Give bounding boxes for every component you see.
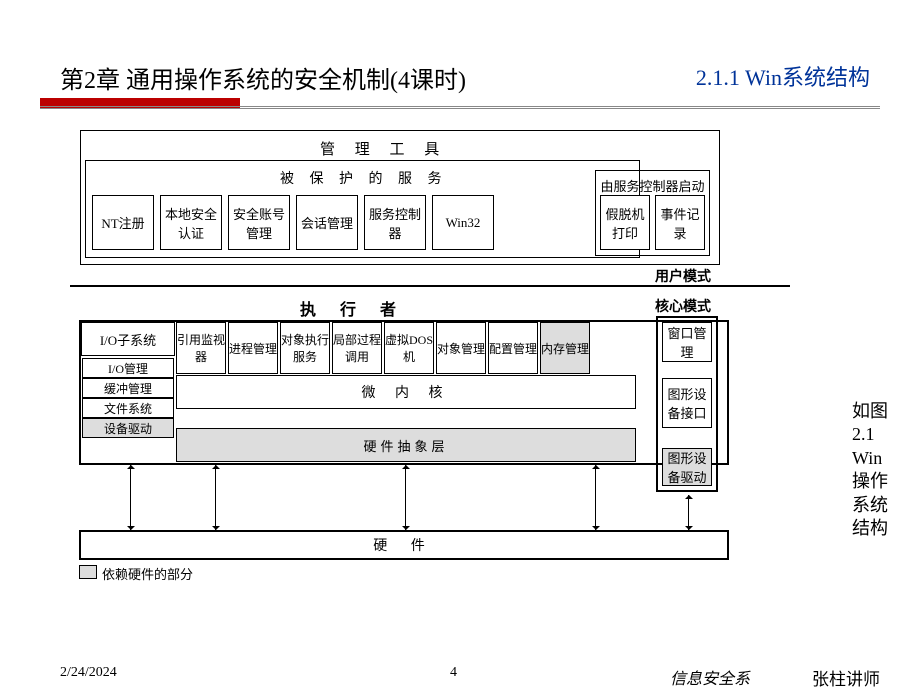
print-spooler-box: 假脱机打印 (600, 195, 650, 250)
object-exec-service-box: 对象执行服务 (280, 322, 330, 374)
arrow-icon (595, 465, 596, 530)
lpc-box: 局部过程调用 (332, 322, 382, 374)
window-management-box: 窗口管理 (662, 322, 712, 362)
config-management-box: 配置管理 (488, 322, 538, 374)
session-mgr-box: 会话管理 (296, 195, 358, 250)
divider (40, 108, 880, 109)
io-subsystem-box: I/O子系统 (81, 322, 175, 356)
io-management-box: I/O管理 (82, 358, 174, 378)
footer-date: 2/24/2024 (60, 665, 117, 681)
gfx-device-interface-box: 图形设备接口 (662, 378, 712, 428)
user-mode-label: 用户模式 (655, 266, 711, 286)
service-controller-group-label: 由服务控制器启动 (600, 176, 705, 195)
executor-label: 执 行 者 (300, 296, 406, 320)
security-account-mgr-box: 安全账号管理 (228, 195, 290, 250)
hal-box: 硬件抽象层 (176, 428, 636, 462)
nt-registry-box: NT注册 (92, 195, 154, 250)
chapter-title: 第2章 通用操作系统的安全机制(4课时) (60, 68, 466, 94)
protected-services-label: 被 保 护 的 服 务 (280, 168, 448, 188)
management-tools-label: 管 理 工 具 (320, 138, 480, 159)
divider (40, 106, 880, 107)
arrow-icon (215, 465, 216, 530)
event-log-box: 事件记录 (655, 195, 705, 250)
mode-divider (70, 285, 790, 287)
service-controller-box: 服务控制器 (364, 195, 426, 250)
section-title: 2.1.1 Win系统结构 (696, 60, 870, 92)
local-security-auth-box: 本地安全认证 (160, 195, 222, 250)
win32-box: Win32 (432, 195, 494, 250)
process-management-box: 进程管理 (228, 322, 278, 374)
legend-label: 依赖硬件的部分 (102, 564, 193, 583)
arrow-icon (405, 465, 406, 530)
figure-caption: 如图2.1 Win操作系统结构 (852, 400, 890, 540)
arrow-icon (130, 465, 131, 530)
object-management-box: 对象管理 (436, 322, 486, 374)
arrow-icon (688, 495, 689, 530)
footer-page: 4 (450, 665, 457, 681)
hardware-box: 硬 件 (79, 530, 729, 560)
footer-department: 信息安全系 (670, 665, 750, 689)
legend-swatch (79, 565, 97, 579)
footer-lecturer: 张柱讲师 (812, 665, 880, 690)
microkernel-box: 微 内 核 (176, 375, 636, 409)
file-system-box: 文件系统 (82, 398, 174, 418)
memory-management-box: 内存管理 (540, 322, 590, 374)
buffer-management-box: 缓冲管理 (82, 378, 174, 398)
reference-monitor-box: 引用监视器 (176, 322, 226, 374)
device-driver-box: 设备驱动 (82, 418, 174, 438)
gfx-device-driver-box: 图形设备驱动 (662, 448, 712, 486)
kernel-mode-label: 核心模式 (655, 296, 711, 316)
virtual-dos-box: 虚拟DOS机 (384, 322, 434, 374)
